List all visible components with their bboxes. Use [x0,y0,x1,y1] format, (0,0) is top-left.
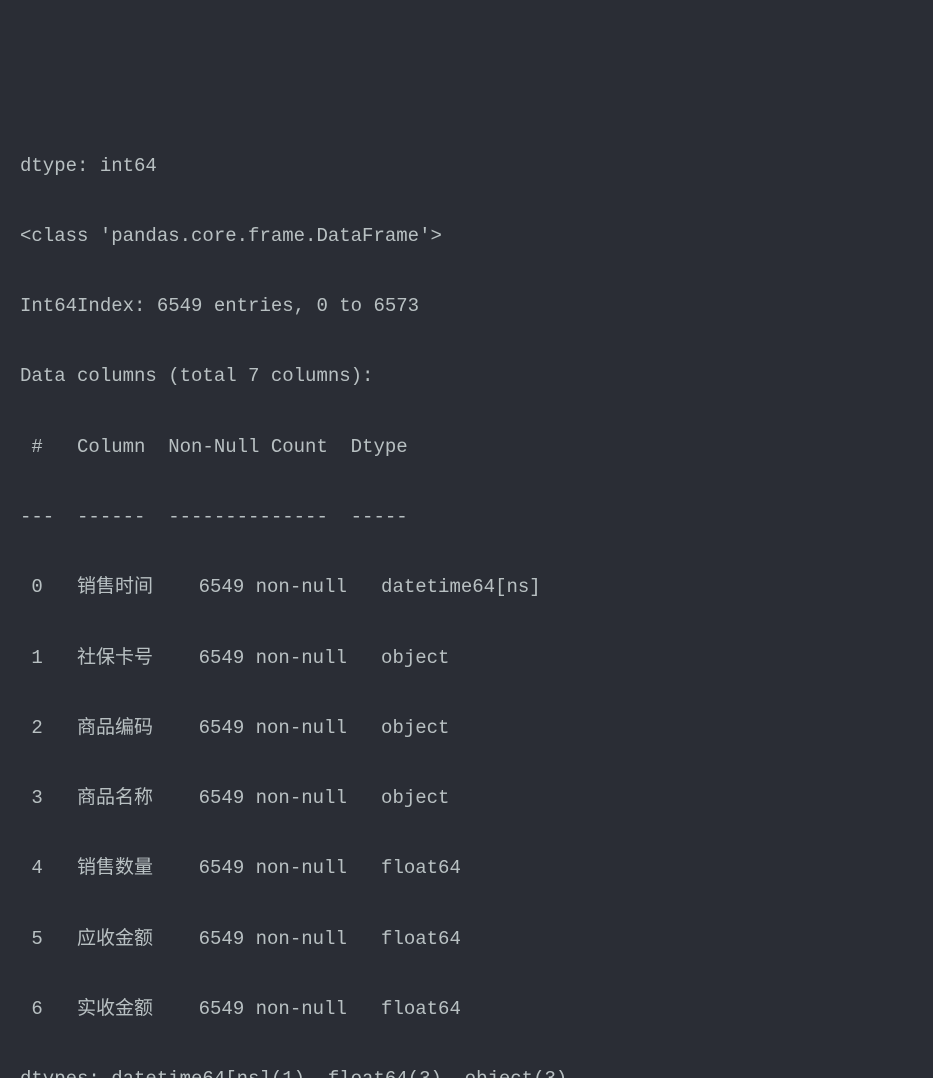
column-row-3: 3 商品名称 6549 non-null object [20,781,913,816]
column-row-2: 2 商品编码 6549 non-null object [20,711,913,746]
column-row-0: 0 销售时间 6549 non-null datetime64[ns] [20,570,913,605]
dtypes-summary-line: dtypes: datetime64[ns](1), float64(3), o… [20,1062,913,1078]
column-header-row: # Column Non-Null Count Dtype [20,430,913,465]
column-row-4: 4 销售数量 6549 non-null float64 [20,851,913,886]
dtype-line: dtype: int64 [20,149,913,184]
column-row-5: 5 应收金额 6549 non-null float64 [20,922,913,957]
column-row-1: 1 社保卡号 6549 non-null object [20,641,913,676]
column-row-6: 6 实收金额 6549 non-null float64 [20,992,913,1027]
separator-row: --- ------ -------------- ----- [20,500,913,535]
class-line: <class 'pandas.core.frame.DataFrame'> [20,219,913,254]
columns-header-line: Data columns (total 7 columns): [20,359,913,394]
index-line: Int64Index: 6549 entries, 0 to 6573 [20,289,913,324]
